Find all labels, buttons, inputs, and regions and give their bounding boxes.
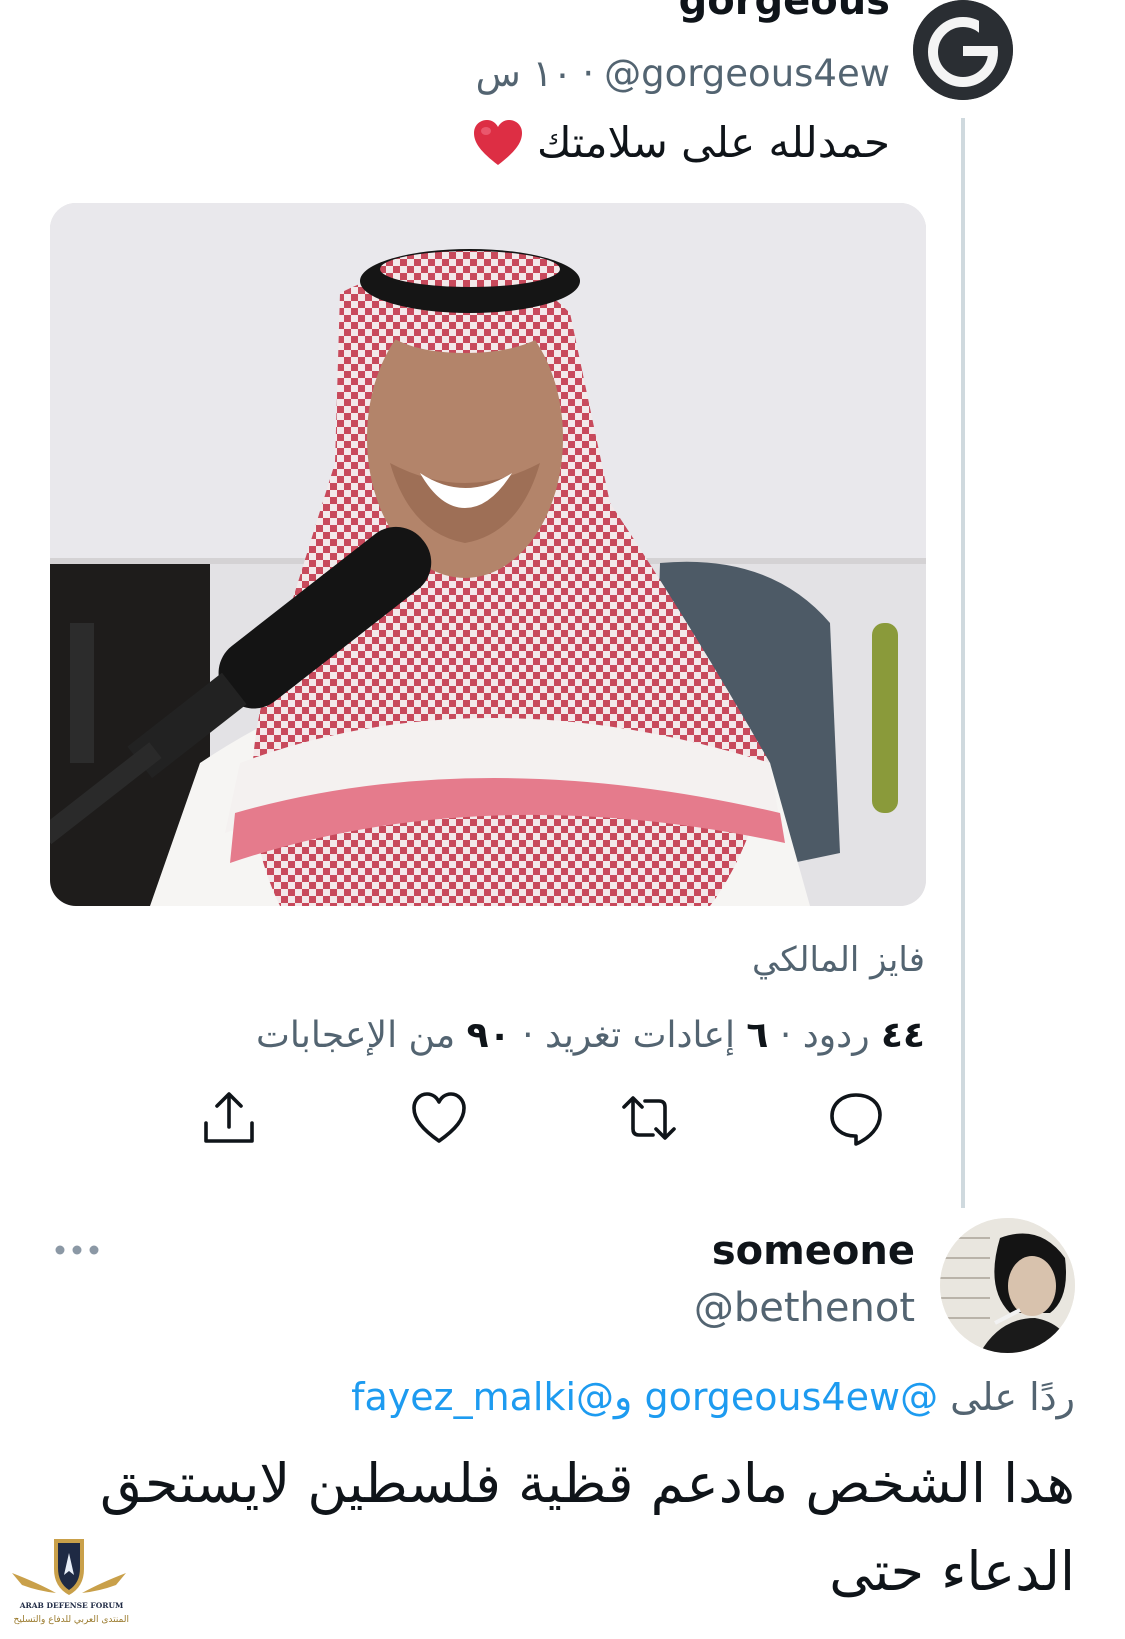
tweet-stats: ٤٤ ردود · ٦ إعادات تغريد · ٩٠ من الإعجاب… [256,1015,925,1056]
meta-separator: · [582,52,595,95]
tweet-text-content: حمدلله على سلامتك [536,118,890,167]
replying-to-link-1[interactable]: @gorgeous4ew [644,1375,938,1419]
replies-label[interactable]: ردود [803,1015,870,1056]
retweets-label[interactable]: إعادات تغريد [545,1015,735,1056]
reply-author-avatar[interactable] [940,1218,1075,1353]
reply-button[interactable] [825,1087,887,1149]
likes-count[interactable]: ٩٠ [467,1015,511,1056]
replying-to-label: ردًا على [950,1375,1075,1419]
tweet-handle[interactable]: @gorgeous4ew [604,52,890,95]
reply-text: هدا الشخص مادعم قظية فلسطين لايستحق الدع… [100,1452,1075,1603]
share-button[interactable] [198,1087,260,1149]
like-button[interactable] [408,1087,470,1149]
stats-dot: · [522,1015,534,1056]
watermark-title: ARAB DEFENSE FORUM [19,1601,124,1610]
tweet-text: حمدلله على سلامتك [473,118,890,167]
tweet-media-image[interactable] [50,203,926,906]
watermark-subtitle: المنتدى العربي للدفاع والتسليح [13,1615,129,1625]
reply-author-handle[interactable]: @bethenot [694,1285,915,1331]
retweets-count[interactable]: ٦ [746,1015,768,1056]
replying-to-conjunction: و [614,1375,633,1419]
stats-dot: · [779,1015,792,1056]
tweet-time[interactable]: ١٠ س [476,52,573,95]
retweet-icon [622,1096,676,1140]
reply-author-name[interactable]: someone [712,1228,915,1274]
tweet-author-name[interactable]: gorgeous [679,0,890,24]
replying-to-link-2[interactable]: @fayez_malki [351,1375,614,1419]
photo-of-man-with-microphone [50,203,926,906]
red-heart-emoji-icon [473,119,522,165]
replying-to: ردًا على @gorgeous4ew و@fayez_malki [351,1375,1075,1419]
likes-label[interactable]: من الإعجابات [256,1015,455,1056]
thread-connector-line [961,118,965,1208]
like-icon [412,1092,466,1143]
media-caption[interactable]: فايز المالكي [752,940,925,980]
reply-icon [830,1093,882,1146]
more-options-icon[interactable] [52,1240,102,1260]
tweet-meta: @gorgeous4ew · ١٠ س [476,52,890,95]
retweet-button[interactable] [618,1087,680,1149]
replies-count[interactable]: ٤٤ [881,1015,925,1056]
tweet-author-avatar[interactable] [913,0,1013,100]
share-icon [204,1092,254,1143]
